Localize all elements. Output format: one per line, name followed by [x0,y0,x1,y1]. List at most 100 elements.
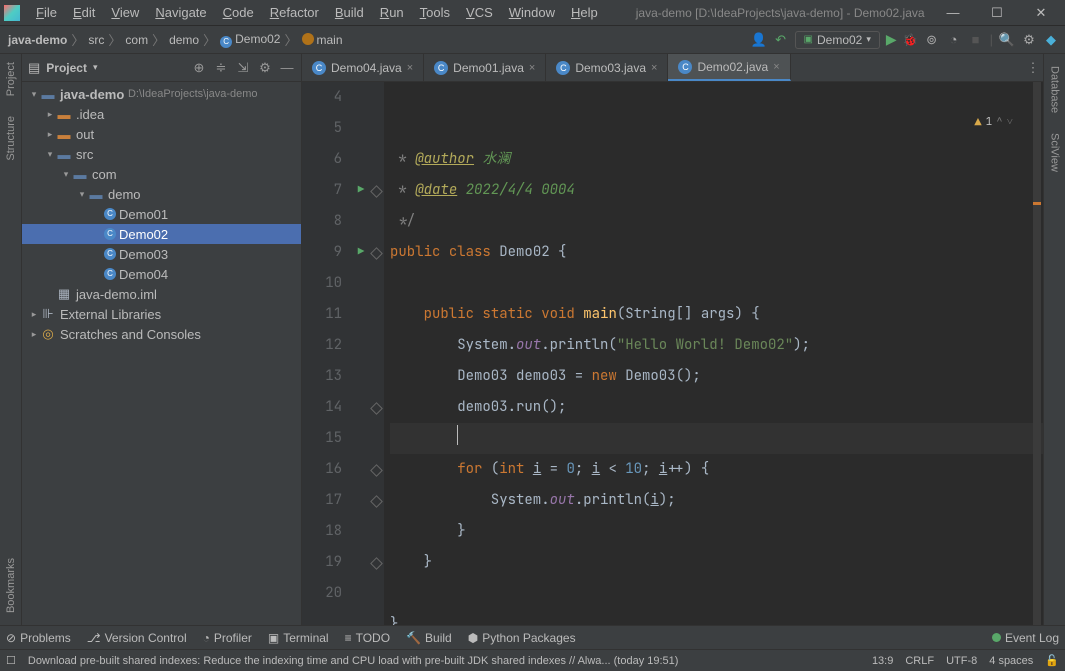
menu-edit[interactable]: Edit [65,3,103,22]
close-tab-icon[interactable]: × [529,62,535,74]
project-tree[interactable]: ▬ java-demo D:\IdeaProjects\java-demo ▬.… [22,82,301,625]
breadcrumb-method[interactable]: main [300,33,345,47]
close-tab-icon[interactable]: × [773,61,779,73]
right-tool-strip: Database SciView [1043,54,1065,625]
status-caret-pos[interactable]: 13:9 [872,655,893,667]
tool-tab-sciview[interactable]: SciView [1049,129,1061,176]
tree-out[interactable]: ▬out [22,124,301,144]
tool-tab-structure[interactable]: Structure [5,112,17,165]
tool-tab-project[interactable]: Project [5,58,17,100]
tool-tab-database[interactable]: Database [1049,62,1061,117]
editor-tab[interactable]: CDemo01.java× [424,54,546,81]
menu-vcs[interactable]: VCS [458,3,501,22]
ide-features-icon[interactable]: ◆ [1043,32,1059,48]
editor-tab[interactable]: CDemo04.java× [302,54,424,81]
breadcrumb: java-demo 〉 src 〉 com 〉 demo 〉 CDemo02 〉… [6,30,751,49]
code-content[interactable]: * @author 水澜 * @date 2022/4/4 0004 */pub… [384,82,1043,625]
tree-file-demo01[interactable]: CDemo01 [22,204,301,224]
java-class-icon: C [556,61,570,75]
status-readonly-icon[interactable]: 🔓 [1045,654,1059,667]
run-gutter[interactable]: ▶▶ [352,82,370,625]
minimize-button[interactable]: — [933,1,973,25]
sidebar-header: ▤ Project ▾ ⊕ ≑ ⇲ ⚙ — [22,54,301,82]
breadcrumb-class[interactable]: CDemo02 [218,32,282,48]
tool-profiler[interactable]: ◔Profiler [203,631,252,645]
settings-icon[interactable]: ⚙ [1021,32,1037,48]
run-button[interactable]: ▶ [886,31,897,48]
settings-gear-icon[interactable]: ⚙ [257,60,273,76]
tree-root[interactable]: ▬ java-demo D:\IdeaProjects\java-demo [22,84,301,104]
tool-problems[interactable]: ⊘Problems [6,631,71,645]
tool-event-log[interactable]: Event Log [992,631,1059,645]
sidebar-title[interactable]: Project [46,61,87,75]
tree-file-demo04[interactable]: CDemo04 [22,264,301,284]
tree-com[interactable]: ▬com [22,164,301,184]
main-menu: FileEditViewNavigateCodeRefactorBuildRun… [28,3,606,22]
menu-navigate[interactable]: Navigate [147,3,214,22]
select-opened-icon[interactable]: ⊕ [191,60,207,76]
status-encoding[interactable]: UTF-8 [946,655,977,667]
menu-tools[interactable]: Tools [412,3,458,22]
tool-terminal[interactable]: ▣Terminal [268,631,329,645]
tree-demo[interactable]: ▬demo [22,184,301,204]
breadcrumb-com[interactable]: com [123,33,150,47]
editor-tab[interactable]: CDemo02.java× [668,54,790,81]
status-icon[interactable]: ☐ [6,654,16,667]
profile-button[interactable]: ◔ [946,32,962,48]
line-number-gutter[interactable]: 4567891011121314151617181920 [302,82,352,625]
search-everywhere-icon[interactable]: 🔍 [999,32,1015,48]
app-logo-icon [4,5,20,21]
close-button[interactable]: ✕ [1021,1,1061,25]
inspection-indicator[interactable]: ▲ 1 ^ ˅ [974,114,1013,130]
status-line-sep[interactable]: CRLF [905,655,934,667]
editor-tabs: CDemo04.java×CDemo01.java×CDemo03.java×C… [302,54,1043,82]
breadcrumb-project[interactable]: java-demo [6,33,69,47]
editor-scrollbar[interactable] [1033,82,1041,625]
tool-tab-bookmarks[interactable]: Bookmarks [5,554,17,617]
editor-area: CDemo04.java×CDemo01.java×CDemo03.java×C… [302,54,1043,625]
close-tab-icon[interactable]: × [407,62,413,74]
menu-help[interactable]: Help [563,3,606,22]
tree-file-demo03[interactable]: CDemo03 [22,244,301,264]
menu-window[interactable]: Window [501,3,563,22]
close-tab-icon[interactable]: × [651,62,657,74]
menu-run[interactable]: Run [372,3,412,22]
java-class-icon: C [312,61,326,75]
tabs-menu-icon[interactable]: ⋮ [1023,54,1043,81]
add-user-icon[interactable]: 👤 [751,32,767,48]
tree-idea[interactable]: ▬.idea [22,104,301,124]
breadcrumb-demo[interactable]: demo [167,33,201,47]
back-arrow-icon[interactable]: ↶ [773,32,789,48]
collapse-all-icon[interactable]: ⇲ [235,60,251,76]
tree-scratches[interactable]: ◎Scratches and Consoles [22,324,301,344]
code-editor[interactable]: 4567891011121314151617181920 ▶▶ * @autho… [302,82,1043,625]
run-config-dropdown[interactable]: ▣ Demo02 ▾ [795,31,880,49]
left-tool-strip: Project Structure Bookmarks [0,54,22,625]
menu-code[interactable]: Code [215,3,262,22]
editor-tab[interactable]: CDemo03.java× [546,54,668,81]
menu-build[interactable]: Build [327,3,372,22]
maximize-button[interactable]: ☐ [977,1,1017,25]
hide-panel-icon[interactable]: — [279,60,295,75]
tool-python[interactable]: ⬢Python Packages [468,631,576,645]
navigation-bar: java-demo 〉 src 〉 com 〉 demo 〉 CDemo02 〉… [0,26,1065,54]
stop-button[interactable]: ■ [968,32,984,48]
menu-view[interactable]: View [103,3,147,22]
tree-ext-lib[interactable]: ⊪External Libraries [22,304,301,324]
expand-all-icon[interactable]: ≑ [213,60,229,76]
menu-file[interactable]: File [28,3,65,22]
debug-button[interactable]: 🐞 [903,33,918,47]
breadcrumb-src[interactable]: src [86,33,106,47]
tree-file-demo02[interactable]: CDemo02 [22,224,301,244]
tree-src[interactable]: ▬src [22,144,301,164]
window-title: java-demo [D:\IdeaProjects\java-demo] - … [606,6,933,20]
fold-gutter[interactable] [370,82,384,625]
coverage-button[interactable]: ⊚ [924,32,940,48]
tool-vcs[interactable]: ⎇Version Control [87,631,187,645]
tree-iml[interactable]: ▦java-demo.iml [22,284,301,304]
status-message[interactable]: Download pre-built shared indexes: Reduc… [28,655,860,667]
status-indent[interactable]: 4 spaces [989,655,1033,667]
menu-refactor[interactable]: Refactor [262,3,327,22]
tool-build[interactable]: 🔨Build [406,631,452,645]
tool-todo[interactable]: ≡TODO [345,631,390,645]
